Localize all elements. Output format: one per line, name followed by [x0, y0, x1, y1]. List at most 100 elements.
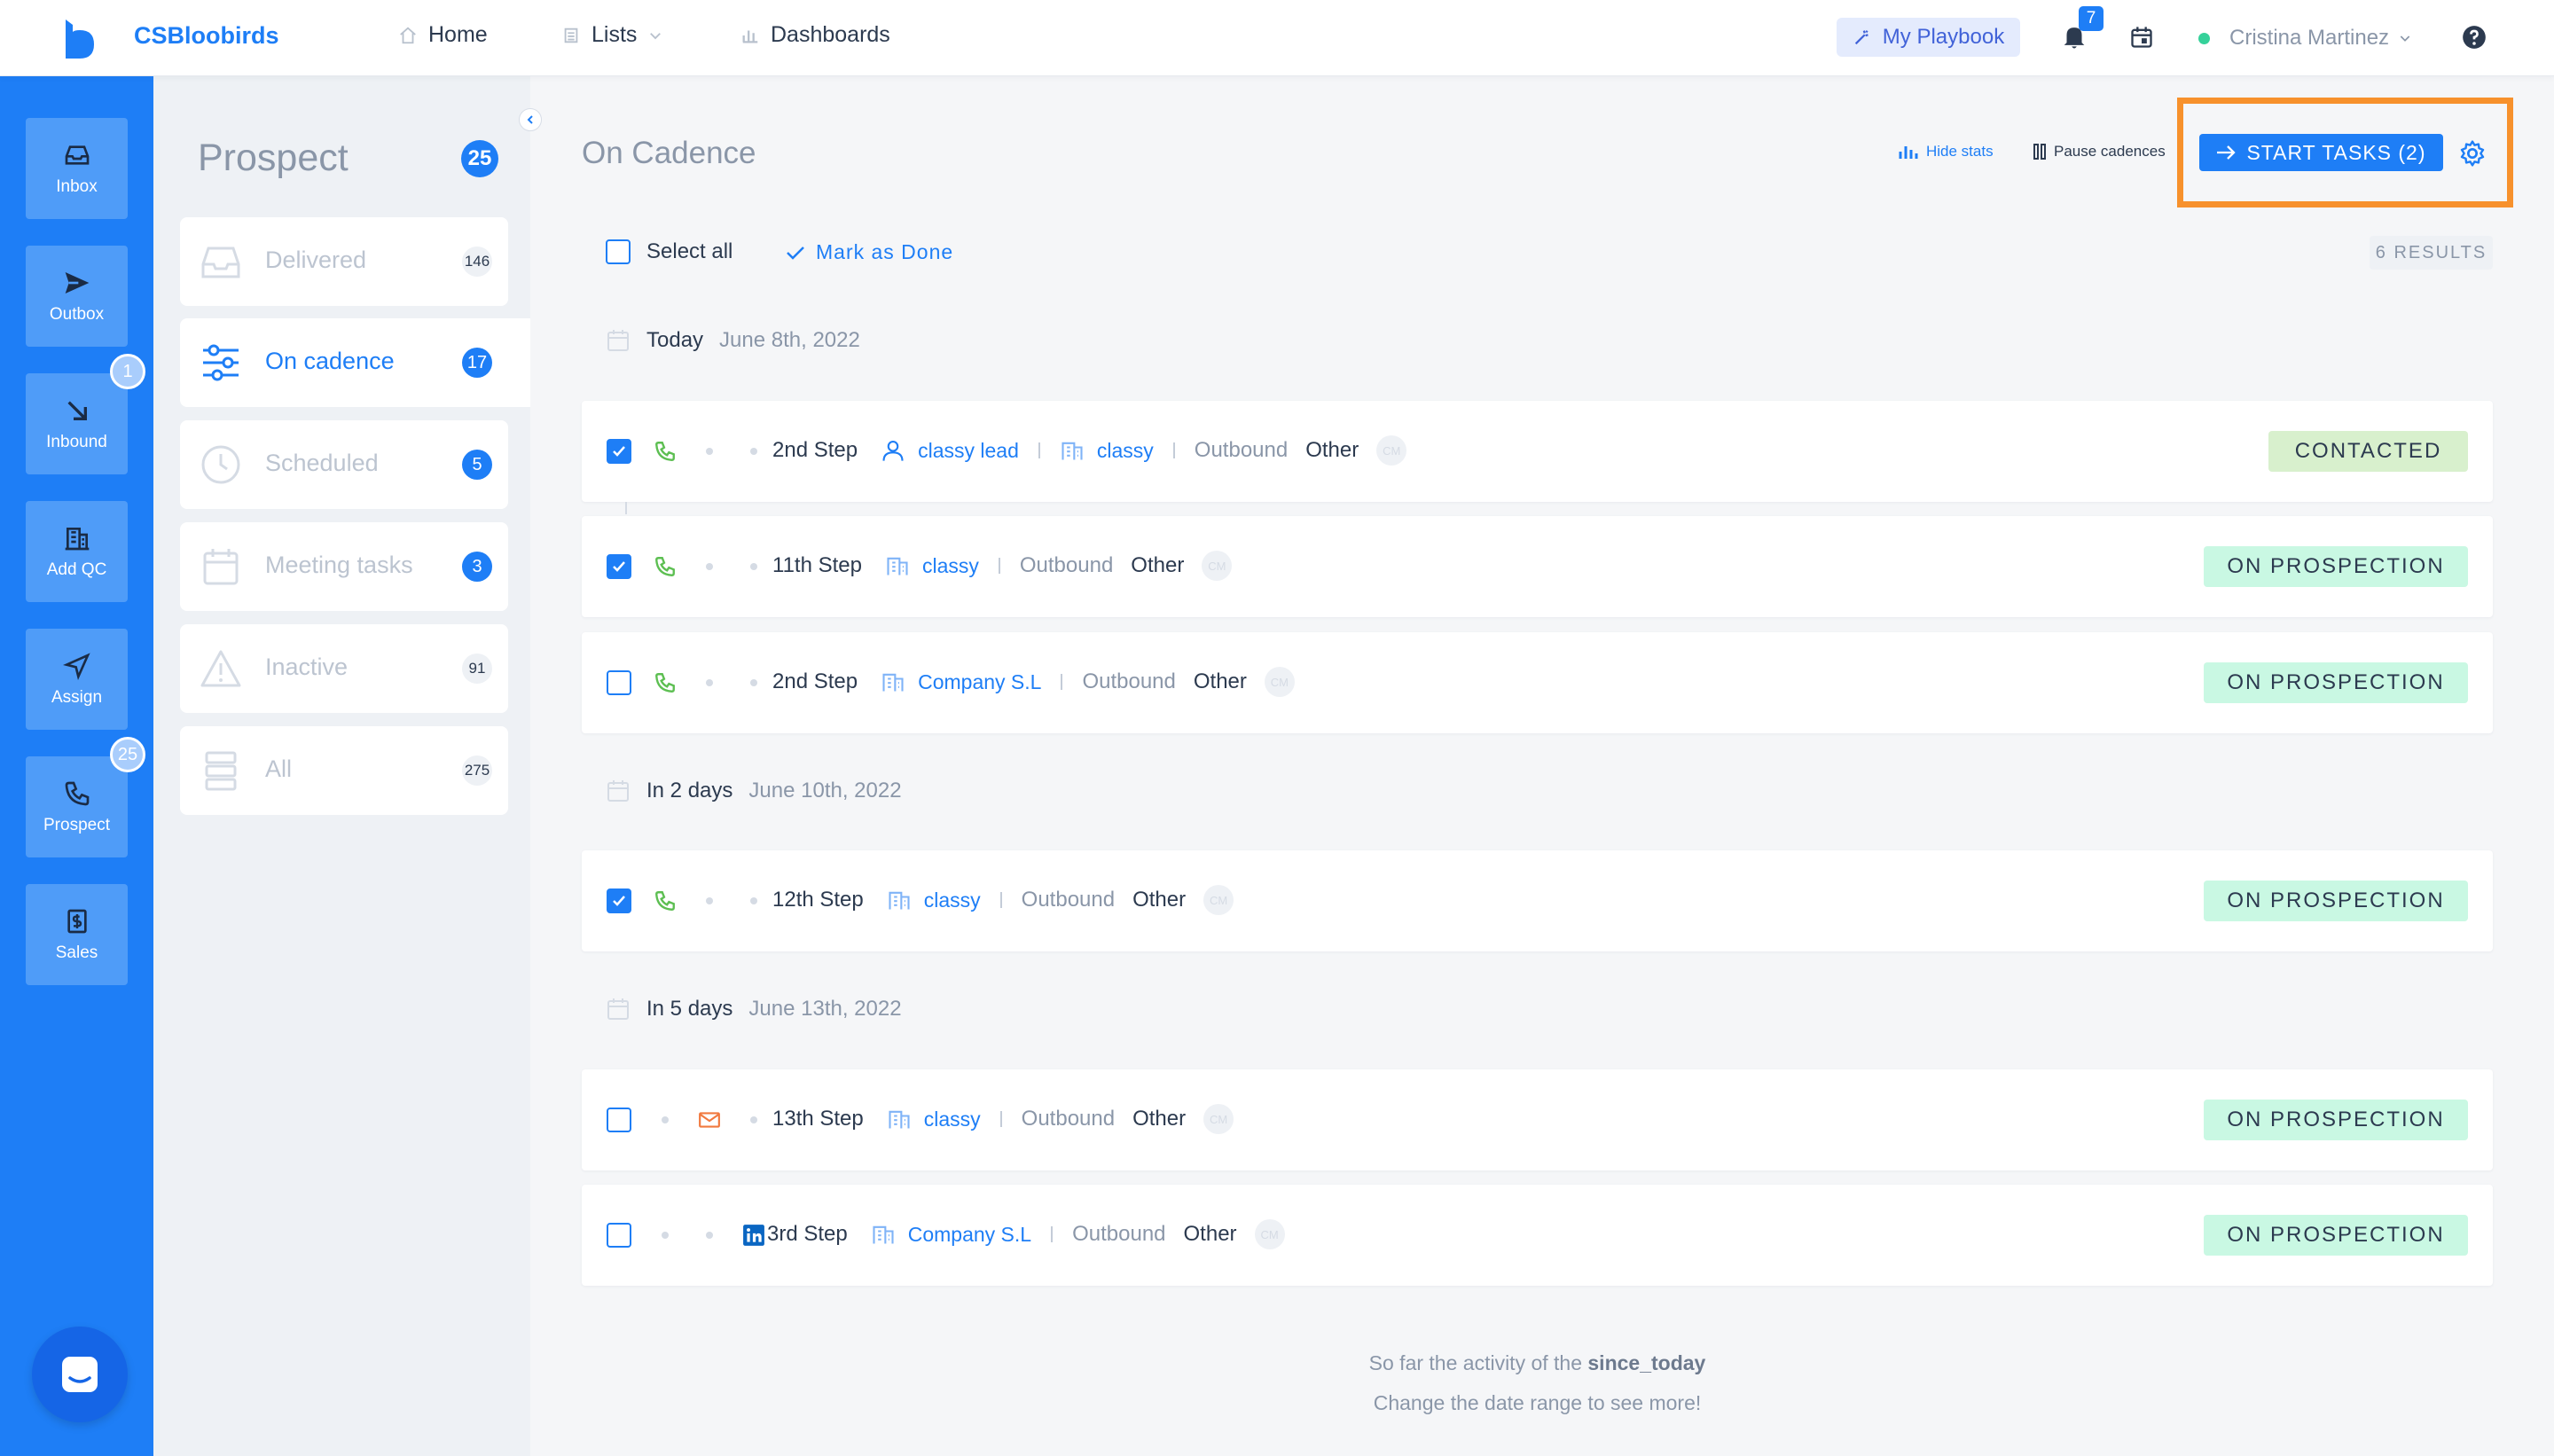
company-link[interactable]: classy	[887, 1107, 981, 1131]
sidebar-item-add-qc[interactable]: Add QC	[26, 501, 128, 602]
phone-icon	[653, 439, 678, 464]
collapse-sidebar-button[interactable]	[519, 108, 542, 131]
linkedin-icon	[741, 1223, 766, 1248]
subsidebar-item-label: Scheduled	[265, 450, 379, 476]
separator	[998, 558, 1000, 574]
magic-wand-icon	[1854, 30, 1868, 45]
day-date: June 13th, 2022	[748, 997, 902, 1021]
sidebar-item-assign[interactable]: Assign	[26, 629, 128, 730]
lead-link[interactable]: classy lead	[881, 438, 1019, 463]
question-icon[interactable]	[2462, 25, 2487, 50]
task-checkbox[interactable]	[607, 670, 631, 695]
task-step: 13th Step	[772, 1107, 864, 1131]
task-other: Other	[1132, 1107, 1187, 1131]
status-badge: ON PROSPECTION	[2204, 881, 2468, 921]
separator	[1061, 674, 1063, 690]
user-name: Cristina Martinez	[2229, 26, 2390, 50]
calendar-icon	[607, 780, 629, 802]
avatar: CM	[1264, 667, 1295, 697]
notification-badge: 7	[2079, 6, 2104, 31]
company-link[interactable]: Company S.L	[871, 1222, 1031, 1247]
check-icon	[787, 246, 804, 260]
task-other: Other	[1193, 669, 1247, 693]
company-link[interactable]: classy	[887, 888, 981, 912]
subsidebar-item-delivered[interactable]: Delivered 146	[180, 217, 508, 306]
building-icon	[1062, 442, 1083, 460]
hide-stats-button[interactable]: Hide stats	[1899, 143, 1994, 160]
task-checkbox[interactable]	[607, 554, 631, 579]
sidebar-item-label: Assign	[51, 687, 103, 707]
subsidebar-count-badge: 25	[461, 140, 498, 177]
task-checkbox[interactable]	[607, 1108, 631, 1132]
subsidebar-item-all[interactable]: All 275	[180, 726, 508, 815]
task-checkbox[interactable]	[607, 439, 631, 464]
sidebar-item-label: Sales	[55, 943, 98, 962]
task-other: Other	[1305, 438, 1359, 462]
footer-prefix: So far the activity of the	[1368, 1351, 1588, 1374]
company-link[interactable]: Company S.L	[881, 669, 1041, 694]
my-playbook-button[interactable]: My Playbook	[1837, 18, 2020, 57]
status-badge: ON PROSPECTION	[2204, 1100, 2468, 1140]
task-row[interactable]: 2nd Step Company S.L Outbound Other CM O…	[582, 632, 2493, 733]
subsidebar-item-scheduled[interactable]: Scheduled 5	[180, 420, 508, 509]
bloobirds-logo[interactable]	[62, 20, 98, 59]
chat-launcher-button[interactable]	[32, 1327, 128, 1422]
company-link[interactable]: classy	[885, 553, 979, 578]
dot-icon	[662, 1232, 669, 1239]
task-row[interactable]: 3rd Step Company S.L Outbound Other CM O…	[582, 1185, 2493, 1286]
select-all[interactable]: Select all	[606, 239, 733, 264]
home-icon	[400, 27, 416, 43]
day-label: Today	[646, 328, 704, 352]
task-checkbox[interactable]	[607, 1223, 631, 1248]
company-name: classy	[923, 888, 981, 912]
select-all-checkbox[interactable]	[606, 239, 631, 264]
start-tasks-button[interactable]: START TASKS (2)	[2199, 134, 2443, 171]
sidebar-item-sales[interactable]: Sales	[26, 884, 128, 985]
sidebar-item-label: Inbox	[56, 176, 98, 196]
sidebar-item-prospect[interactable]: Prospect	[26, 756, 128, 857]
task-step: 2nd Step	[772, 438, 858, 462]
subsidebar-item-on-cadence[interactable]: On cadence 17	[180, 318, 530, 407]
sidebar-item-inbound[interactable]: Inbound	[26, 373, 128, 474]
sidebar-item-inbox[interactable]: Inbox	[26, 118, 128, 219]
nav-home[interactable]: Home	[398, 22, 488, 48]
sidebar-item-label: Outbox	[49, 304, 105, 324]
main-sidebar: Inbox Outbox Inbound 1 Add QC Assign Pro…	[0, 76, 153, 1456]
day-group-header: In 5 days June 13th, 2022	[606, 997, 902, 1022]
nav-lists-label: Lists	[591, 22, 638, 47]
task-channels	[653, 439, 766, 464]
mark-as-done-button[interactable]: Mark as Done	[786, 240, 953, 264]
dot-icon	[750, 563, 757, 570]
task-row[interactable]: 13th Step classy Outbound Other CM ON PR…	[582, 1069, 2493, 1170]
inbox-icon	[65, 145, 89, 165]
hide-stats-label: Hide stats	[1926, 143, 1994, 160]
nav-lists[interactable]: Lists	[561, 22, 663, 48]
task-row[interactable]: 2nd Step classy lead classy Outbound Oth…	[582, 401, 2493, 502]
pause-cadences-button[interactable]: Pause cadences	[2033, 143, 2166, 160]
dot-icon	[706, 679, 713, 686]
dollar-icon	[67, 909, 87, 933]
task-other: Other	[1183, 1222, 1237, 1246]
task-row[interactable]: 11th Step classy Outbound Other CM ON PR…	[582, 516, 2493, 617]
gear-icon[interactable]	[2458, 139, 2487, 168]
company-name: Company S.L	[907, 1222, 1032, 1246]
calendar-icon[interactable]	[2129, 25, 2154, 50]
task-source: Outbound	[1194, 438, 1289, 462]
day-date: June 10th, 2022	[748, 779, 902, 802]
subsidebar-item-label: Delivered	[265, 247, 367, 273]
avatar: CM	[1254, 1219, 1285, 1249]
sidebar-item-outbox[interactable]: Outbox	[26, 246, 128, 347]
timeline-connector	[625, 502, 627, 514]
phone-icon	[65, 781, 89, 805]
company-link[interactable]: classy	[1060, 438, 1154, 463]
task-row[interactable]: 12th Step classy Outbound Other CM ON PR…	[582, 850, 2493, 951]
subsidebar-item-inactive[interactable]: Inactive 91	[180, 624, 508, 713]
separator	[1051, 1226, 1054, 1242]
separator	[999, 1111, 1002, 1127]
user-menu[interactable]: Cristina Martinez	[2229, 26, 2412, 51]
brand-name[interactable]: CSBloobirds	[134, 22, 279, 50]
nav-dashboards[interactable]: Dashboards	[740, 22, 890, 48]
task-channels	[653, 1108, 766, 1132]
task-checkbox[interactable]	[607, 888, 631, 913]
subsidebar-item-meeting-tasks[interactable]: Meeting tasks 3	[180, 522, 508, 611]
